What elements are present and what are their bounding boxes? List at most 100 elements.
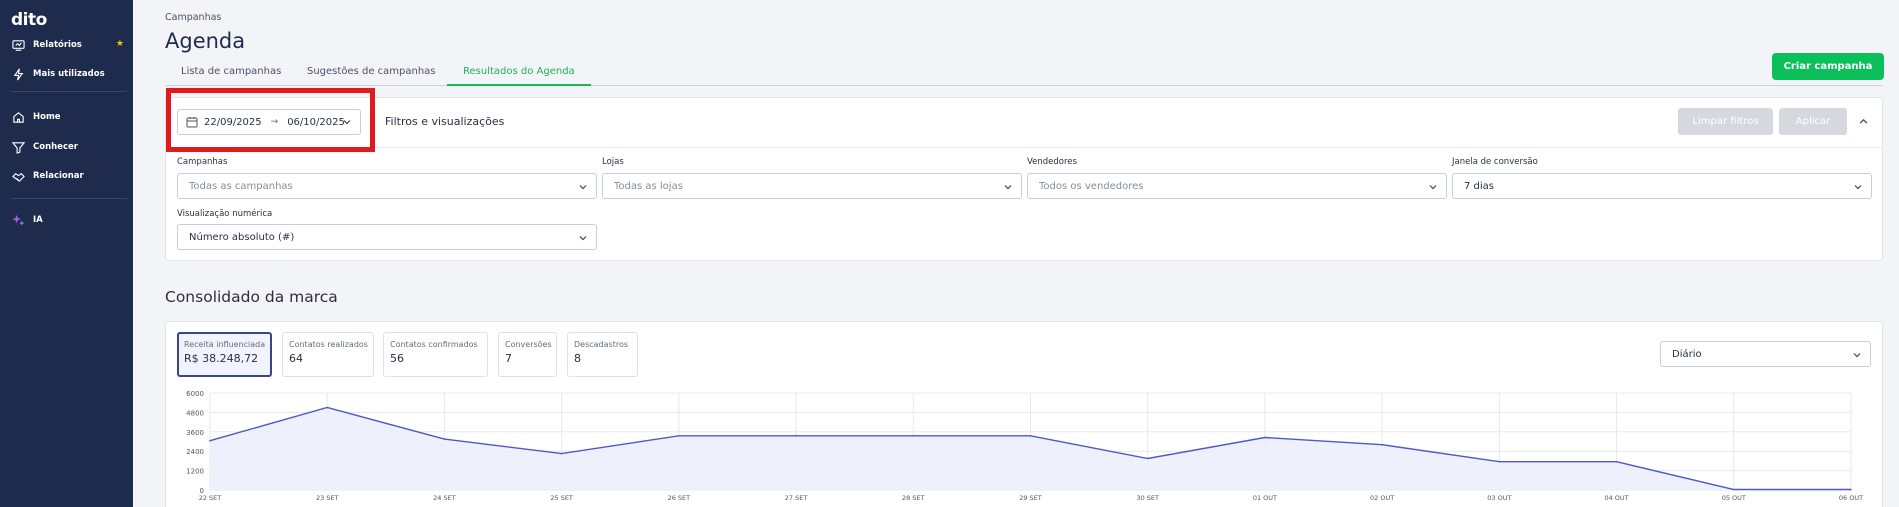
reports-icon xyxy=(12,39,25,51)
tab-resultados-do-agenda[interactable]: Resultados do Agenda xyxy=(447,63,591,86)
data-point xyxy=(1615,460,1618,463)
y-tick-label: 3600 xyxy=(186,429,204,437)
sidebar-item-label: Conhecer xyxy=(33,142,78,152)
create-campaign-button[interactable]: Criar campanha xyxy=(1772,53,1884,80)
sidebar-item-label: Relatórios xyxy=(33,40,82,50)
data-point xyxy=(1850,488,1852,491)
x-tick-label: 30 SET xyxy=(1136,494,1159,502)
kpi-card-conversoes[interactable]: Conversões 7 xyxy=(498,332,557,377)
granularity-select-value: Diário xyxy=(1672,348,1702,360)
data-point xyxy=(795,435,797,437)
sidebar-item-home[interactable]: Home xyxy=(12,109,124,125)
data-point xyxy=(1498,460,1501,463)
kpi-label: Conversões xyxy=(505,340,552,349)
numeric-view-select[interactable]: Número absoluto (#) xyxy=(177,224,597,250)
conversion-window-select-value: 7 dias xyxy=(1464,180,1495,192)
data-point xyxy=(560,452,563,455)
data-point xyxy=(1381,443,1383,446)
y-tick-label: 6000 xyxy=(186,390,204,398)
chevron-down-icon xyxy=(1004,185,1012,190)
sparkles-icon xyxy=(12,214,25,226)
dito-logo[interactable]: dito xyxy=(11,10,47,30)
tab-bar: Lista de campanhas Sugestões de campanha… xyxy=(165,63,1883,86)
x-tick-label: 26 SET xyxy=(668,494,691,502)
numeric-view-label: Visualização numérica xyxy=(177,209,273,219)
sidebar-item-label: IA xyxy=(33,215,43,225)
kpi-label: Contatos realizados xyxy=(289,340,368,349)
filter-title: Filtros e visualizações xyxy=(385,115,505,128)
sidebar-divider xyxy=(11,198,127,199)
data-point xyxy=(209,439,211,442)
kpi-value: 8 xyxy=(574,352,581,365)
filter-icon xyxy=(12,141,25,154)
numeric-view-select-value: Número absoluto (#) xyxy=(189,231,295,243)
highlight-box xyxy=(166,88,375,152)
kpi-value: 7 xyxy=(505,352,512,365)
kpi-label: Descadastros xyxy=(574,340,629,349)
data-point xyxy=(1732,488,1735,491)
chevron-down-icon xyxy=(579,185,587,190)
granularity-select[interactable]: Diário xyxy=(1660,341,1871,367)
apply-button[interactable]: Aplicar xyxy=(1779,108,1847,135)
sidebar-item-conhecer[interactable]: Conhecer xyxy=(12,139,124,155)
y-tick-label: 2400 xyxy=(186,448,204,456)
data-point xyxy=(1146,457,1149,460)
kpi-value: 56 xyxy=(390,352,404,365)
campaigns-select[interactable]: Todas as campanhas xyxy=(177,173,597,199)
sidebar-item-label: Home xyxy=(33,112,61,122)
chevron-down-icon xyxy=(579,236,587,241)
x-tick-label: 28 SET xyxy=(902,494,925,502)
x-tick-label: 02 OUT xyxy=(1370,494,1394,502)
data-point xyxy=(678,435,680,437)
kpi-label: Contatos confirmados xyxy=(390,340,478,349)
sidebar-divider xyxy=(11,91,127,92)
x-tick-label: 05 OUT xyxy=(1722,494,1746,502)
x-tick-label: 04 OUT xyxy=(1604,494,1628,502)
kpi-value: R$ 38.248,72 xyxy=(184,352,259,365)
kpi-label: Receita influenciada xyxy=(184,340,266,349)
x-tick-label: 22 SET xyxy=(199,494,222,502)
sidebar-item-label: Relacionar xyxy=(33,171,84,181)
clear-filters-button[interactable]: Limpar filtros xyxy=(1678,108,1773,135)
tab-lista-de-campanhas[interactable]: Lista de campanhas xyxy=(165,63,297,86)
home-icon xyxy=(13,111,24,123)
kpi-card-descadastros[interactable]: Descadastros 8 xyxy=(567,332,638,377)
sidebar-item-relacionar[interactable]: Relacionar xyxy=(12,168,124,184)
lightning-icon xyxy=(13,68,24,80)
chevron-down-icon xyxy=(1854,185,1862,190)
conversion-window-select[interactable]: 7 dias xyxy=(1452,173,1872,199)
sidebar-item-ia[interactable]: IA xyxy=(12,212,124,228)
data-point xyxy=(443,438,446,440)
kpi-card-contatos-confirmados[interactable]: Contatos confirmados 56 xyxy=(383,332,488,377)
tab-sugestoes-de-campanhas[interactable]: Sugestões de campanhas xyxy=(291,63,452,86)
sidebar-item-mais-utilizados[interactable]: Mais utilizados xyxy=(12,66,124,82)
x-tick-label: 01 OUT xyxy=(1253,494,1277,502)
chevron-up-icon[interactable] xyxy=(1858,116,1869,127)
data-point xyxy=(912,435,915,437)
x-tick-label: 29 SET xyxy=(1019,494,1042,502)
data-point xyxy=(326,406,329,409)
x-tick-label: 03 OUT xyxy=(1487,494,1511,502)
sellers-select[interactable]: Todos os vendedores xyxy=(1027,173,1447,199)
sidebar-item-relatorios[interactable]: Relatórios ★ xyxy=(12,37,124,53)
chevron-down-icon xyxy=(1853,353,1861,358)
kpi-card-contatos-realizados[interactable]: Contatos realizados 64 xyxy=(282,332,374,377)
sellers-select-value: Todos os vendedores xyxy=(1039,180,1144,192)
y-tick-label: 1200 xyxy=(186,468,204,476)
stores-select[interactable]: Todas as lojas xyxy=(602,173,1022,199)
x-tick-label: 24 SET xyxy=(433,494,456,502)
conversion-window-label: Janela de conversão xyxy=(1452,157,1538,167)
x-tick-label: 23 SET xyxy=(316,494,339,502)
chevron-down-icon xyxy=(1429,185,1437,190)
campaigns-label: Campanhas xyxy=(177,157,228,167)
sellers-label: Vendedores xyxy=(1027,157,1077,167)
stores-label: Lojas xyxy=(602,157,624,167)
kpi-card-receita[interactable]: Receita influenciada R$ 38.248,72 xyxy=(177,332,272,377)
star-icon: ★ xyxy=(115,39,124,49)
x-tick-label: 06 OUT xyxy=(1839,494,1863,502)
stores-select-value: Todas as lojas xyxy=(614,180,683,192)
sidebar: dito Relatórios ★ Mais utilizados Home C… xyxy=(0,0,133,507)
page-title: Agenda xyxy=(165,29,246,53)
kpi-value: 64 xyxy=(289,352,303,365)
breadcrumb[interactable]: Campanhas xyxy=(165,12,221,23)
